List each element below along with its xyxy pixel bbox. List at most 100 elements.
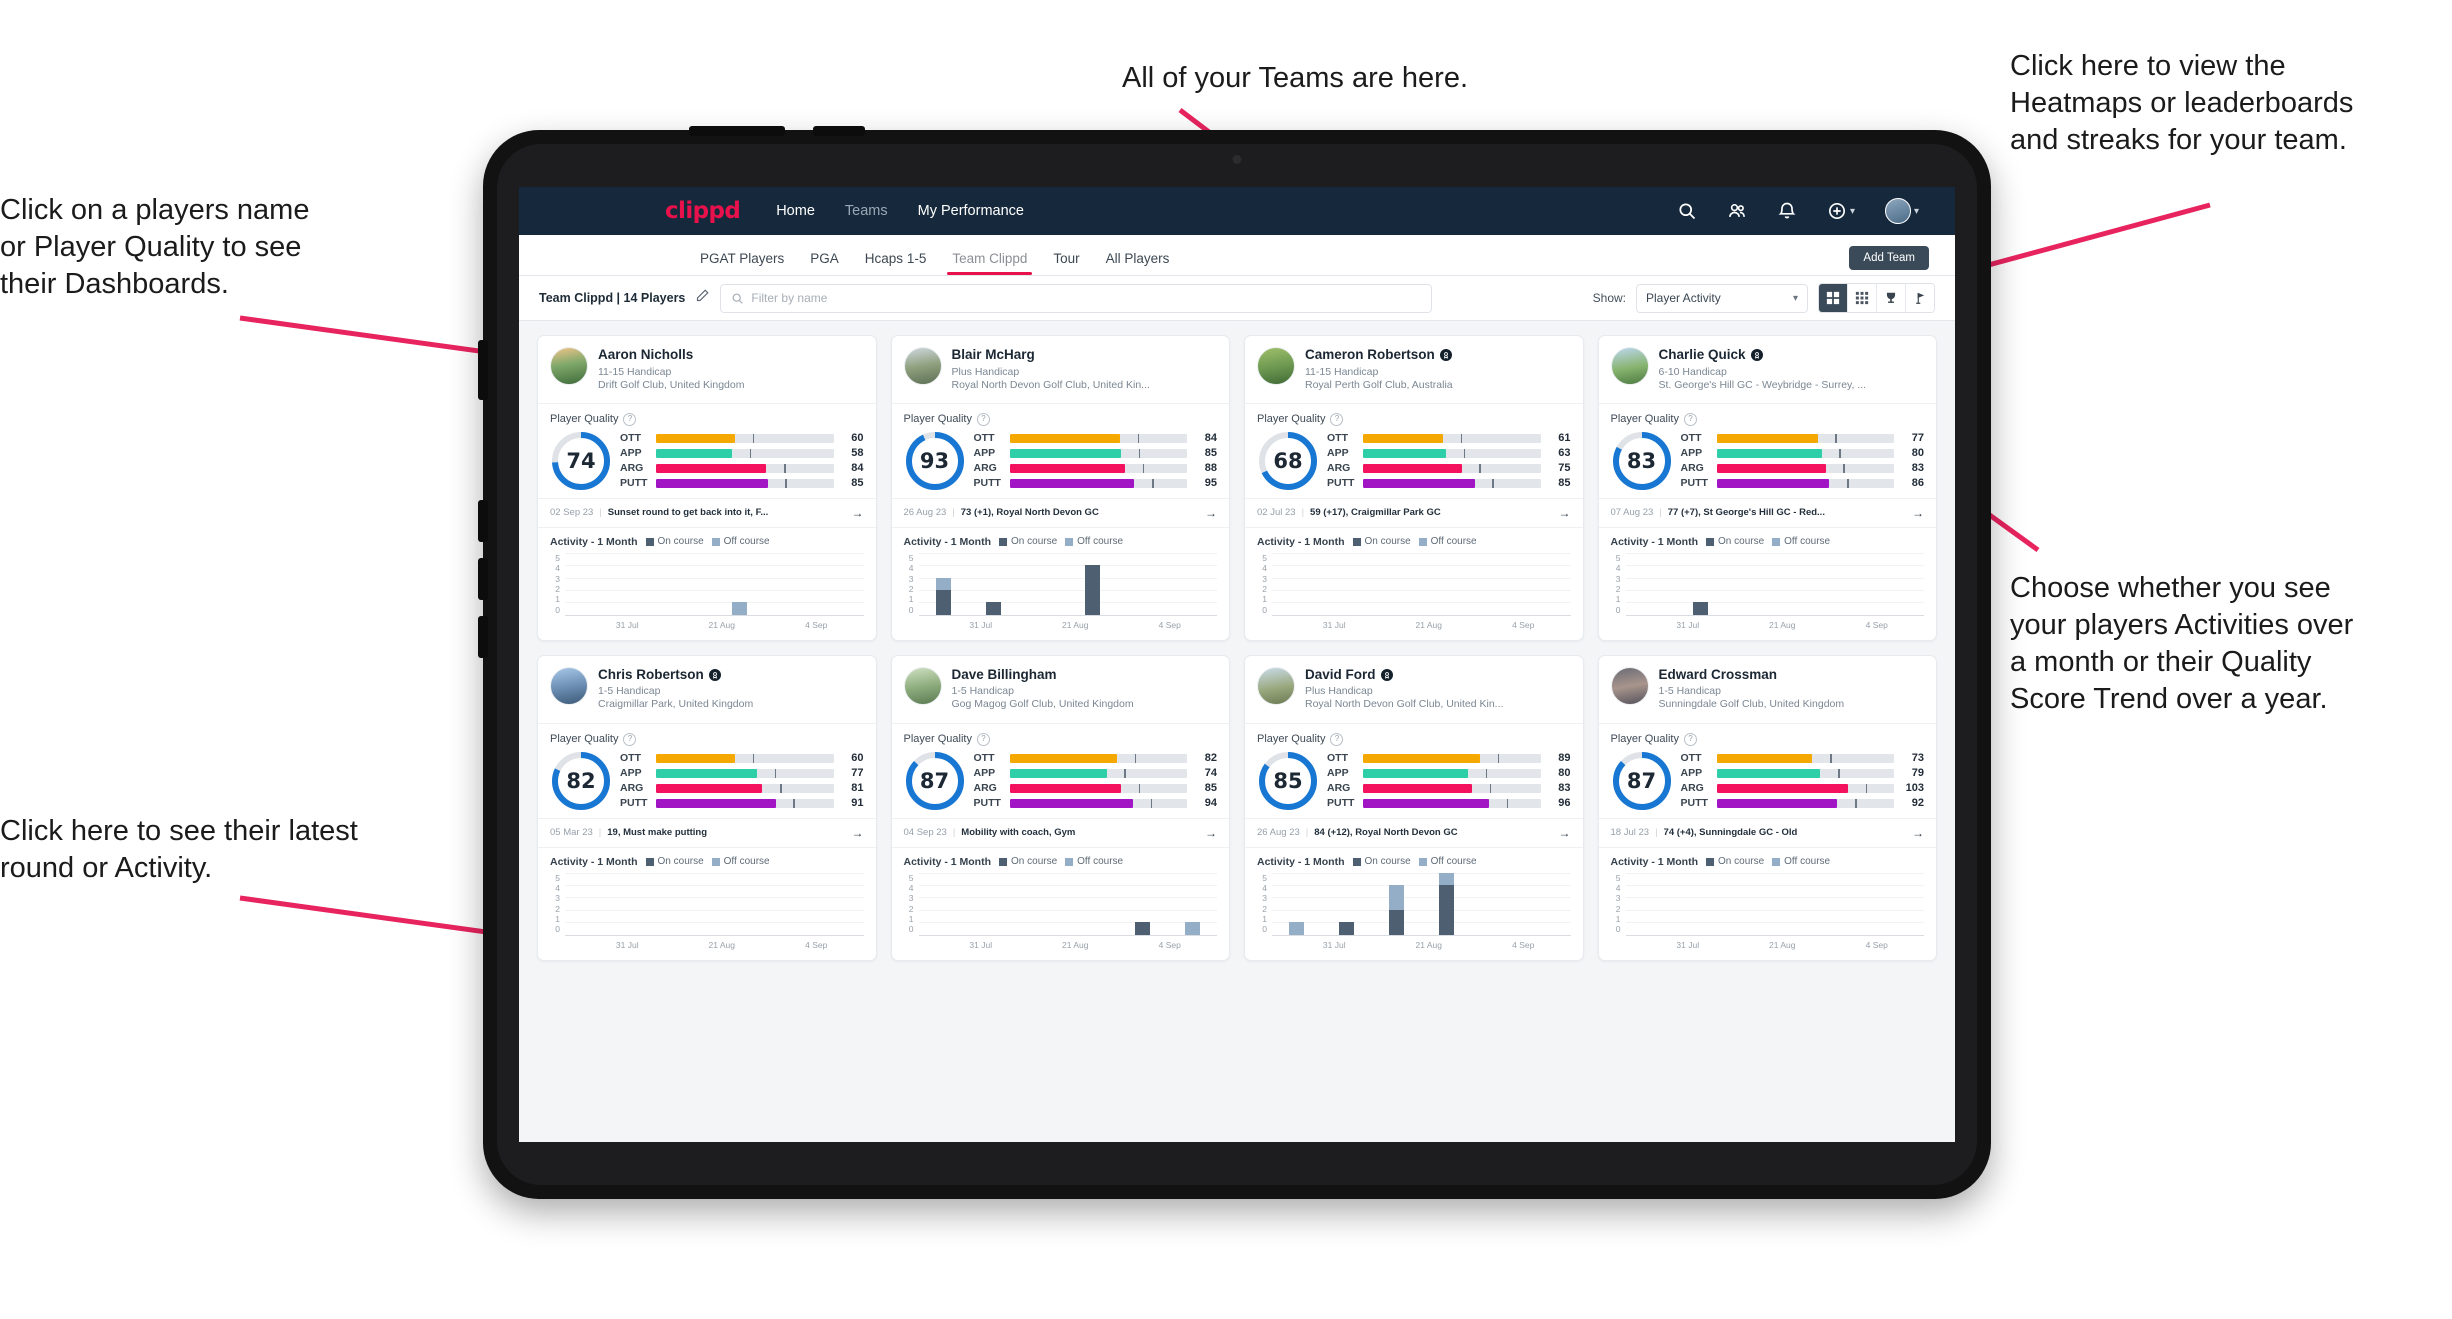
grid-view-icon[interactable] <box>1819 284 1848 312</box>
clippd-logo[interactable]: clippd <box>665 198 741 224</box>
player-card-header[interactable]: Dave Billingham 1-5 Handicap Gog Magog G… <box>891 656 1229 724</box>
side-button-2[interactable] <box>478 500 488 542</box>
player-handicap: 1-5 Handicap <box>598 685 661 698</box>
metric-row: OTT 60 <box>620 752 864 764</box>
power-button[interactable] <box>813 126 865 136</box>
help-icon[interactable]: ? <box>976 732 990 746</box>
chart-bar-slot <box>665 553 715 615</box>
tab-all-players[interactable]: All Players <box>1093 251 1183 275</box>
help-icon[interactable]: ? <box>623 412 637 426</box>
player-name: Aaron Nicholls <box>598 347 694 362</box>
activity-title: Activity - 1 Month <box>1610 855 1699 868</box>
flag-view-icon[interactable] <box>1906 284 1934 312</box>
trophy-view-icon[interactable] <box>1877 284 1906 312</box>
latest-round-row[interactable]: 04 Sep 23 | Mobility with coach, Gym → <box>891 817 1229 848</box>
tab-hcaps-1-5[interactable]: Hcaps 1-5 <box>852 251 940 275</box>
search-input[interactable]: Filter by name <box>720 283 1433 313</box>
latest-round-row[interactable]: 26 Aug 23 | 84 (+12), Royal North Devon … <box>1245 817 1583 848</box>
player-card[interactable]: David Ford Plus Handicap Royal North Dev… <box>1244 654 1584 961</box>
player-name-row[interactable]: Dave Billingham <box>952 667 1218 683</box>
player-activity-select[interactable]: Player Activity ▾ <box>1636 283 1808 313</box>
metric-label: APP <box>1680 447 1703 460</box>
help-icon[interactable]: ? <box>1683 412 1697 426</box>
player-name-row[interactable]: Chris Robertson <box>598 667 864 683</box>
help-icon[interactable]: ? <box>623 732 637 746</box>
round-date: 04 Sep 23 <box>903 827 947 839</box>
player-card-header[interactable]: Cameron Robertson 11-15 Handicap Royal P… <box>1245 336 1583 404</box>
nav-link-home[interactable]: Home <box>776 203 815 219</box>
arrow-right-icon[interactable]: → <box>1559 826 1571 840</box>
player-card[interactable]: Dave Billingham 1-5 Handicap Gog Magog G… <box>890 654 1230 961</box>
pencil-icon[interactable] <box>695 288 710 308</box>
player-quality-section[interactable]: Player Quality ? 83 OTT 77 APP 80 ARG 83… <box>1599 404 1937 498</box>
player-card-header[interactable]: Aaron Nicholls 11-15 Handicap Drift Golf… <box>538 336 876 404</box>
latest-round-row[interactable]: 05 Mar 23 | 19, Must make putting → <box>538 817 876 848</box>
volume-button[interactable] <box>689 126 785 136</box>
help-icon[interactable]: ? <box>1330 732 1344 746</box>
help-icon[interactable]: ? <box>976 412 990 426</box>
arrow-right-icon[interactable]: → <box>1205 826 1217 840</box>
arrow-right-icon[interactable]: → <box>1559 506 1571 520</box>
player-card[interactable]: Aaron Nicholls 11-15 Handicap Drift Golf… <box>537 335 877 641</box>
arrow-right-icon[interactable]: → <box>852 506 864 520</box>
player-quality-section[interactable]: Player Quality ? 93 OTT 84 APP 85 ARG 88… <box>892 404 1230 498</box>
people-icon[interactable] <box>1727 201 1747 221</box>
side-button-3[interactable] <box>478 558 488 600</box>
player-quality-section[interactable]: Player Quality ? 68 OTT 61 APP 63 ARG 75… <box>1245 404 1583 498</box>
player-card[interactable]: Blair McHarg Plus Handicap Royal North D… <box>890 335 1230 641</box>
avatar[interactable]: ▾ <box>1884 198 1919 224</box>
search-icon[interactable] <box>1677 201 1697 221</box>
latest-round-row[interactable]: 02 Sep 23 | Sunset round to get back int… <box>538 497 876 528</box>
player-card-header[interactable]: Edward Crossman 1-5 Handicap Sunningdale… <box>1598 656 1936 724</box>
quality-score-ring: 82 <box>550 750 612 812</box>
add-team-button[interactable]: Add Team <box>1849 246 1929 270</box>
latest-round-row[interactable]: 07 Aug 23 | 77 (+7), St George's Hill GC… <box>1598 497 1936 528</box>
player-card[interactable]: Edward Crossman 1-5 Handicap Sunningdale… <box>1597 654 1937 961</box>
latest-round-row[interactable]: 18 Jul 23 | 74 (+4), Sunningdale GC - Ol… <box>1598 817 1936 848</box>
y-tick-label: 5 <box>1615 552 1621 563</box>
arrow-right-icon[interactable]: → <box>1205 506 1217 520</box>
player-card-header[interactable]: David Ford Plus Handicap Royal North Dev… <box>1245 656 1583 724</box>
player-quality-section[interactable]: Player Quality ? 74 OTT 60 APP 58 ARG 84… <box>538 404 876 498</box>
tab-team-clippd[interactable]: Team Clippd <box>939 251 1040 275</box>
chart-x-axis: 31 Jul 21 Aug 4 Sep <box>919 940 1218 950</box>
player-quality-section[interactable]: Player Quality ? 82 OTT 60 APP 77 ARG 81… <box>538 724 876 818</box>
metric-row: APP 79 <box>1681 767 1925 779</box>
latest-round-row[interactable]: 26 Aug 23 | 73 (+1), Royal North Devon G… <box>891 497 1229 528</box>
tab-pgat-players[interactable]: PGAT Players <box>687 251 797 275</box>
player-name-row[interactable]: Charlie Quick <box>1659 347 1925 363</box>
player-name-row[interactable]: David Ford <box>1305 667 1571 683</box>
latest-round-row[interactable]: 02 Jul 23 | 59 (+17), Craigmillar Park G… <box>1245 497 1583 528</box>
round-description: 84 (+12), Royal North Devon GC <box>1314 827 1458 839</box>
plus-circle-icon[interactable]: ▾ <box>1827 201 1855 221</box>
dense-grid-view-icon[interactable] <box>1848 284 1877 312</box>
help-icon[interactable]: ? <box>1330 412 1344 426</box>
player-quality-title: Player Quality ? <box>1257 412 1571 426</box>
bell-icon[interactable] <box>1777 201 1797 221</box>
player-name-row[interactable]: Aaron Nicholls <box>598 347 864 363</box>
player-card-header[interactable]: Blair McHarg Plus Handicap Royal North D… <box>891 336 1229 404</box>
side-button-4[interactable] <box>478 616 488 658</box>
player-quality-section[interactable]: Player Quality ? 85 OTT 89 APP 80 ARG 83… <box>1245 724 1583 818</box>
arrow-right-icon[interactable]: → <box>1912 506 1924 520</box>
player-card[interactable]: Chris Robertson 1-5 Handicap Craigmillar… <box>537 654 877 961</box>
player-name-row[interactable]: Cameron Robertson <box>1305 347 1571 363</box>
chart-bar-slot <box>1272 553 1322 615</box>
nav-link-my-performance[interactable]: My Performance <box>918 203 1024 219</box>
player-quality-section[interactable]: Player Quality ? 87 OTT 82 APP 74 ARG 85… <box>892 724 1230 818</box>
player-name-row[interactable]: Edward Crossman <box>1659 667 1925 683</box>
player-quality-section[interactable]: Player Quality ? 87 OTT 73 APP 79 ARG 10… <box>1599 724 1937 818</box>
side-button-1[interactable] <box>478 340 488 400</box>
player-card-header[interactable]: Chris Robertson 1-5 Handicap Craigmillar… <box>538 656 876 724</box>
player-card[interactable]: Charlie Quick 6-10 Handicap St. George's… <box>1597 335 1937 641</box>
nav-link-teams[interactable]: Teams <box>845 203 888 219</box>
player-name-row[interactable]: Blair McHarg <box>952 347 1218 363</box>
tab-pga[interactable]: PGA <box>797 251 852 275</box>
arrow-right-icon[interactable]: → <box>852 826 864 840</box>
player-card[interactable]: Cameron Robertson 11-15 Handicap Royal P… <box>1244 335 1584 641</box>
help-icon[interactable]: ? <box>1683 732 1697 746</box>
search-icon <box>732 293 744 304</box>
player-card-header[interactable]: Charlie Quick 6-10 Handicap St. George's… <box>1598 336 1936 404</box>
tab-tour[interactable]: Tour <box>1040 251 1092 275</box>
arrow-right-icon[interactable]: → <box>1912 826 1924 840</box>
